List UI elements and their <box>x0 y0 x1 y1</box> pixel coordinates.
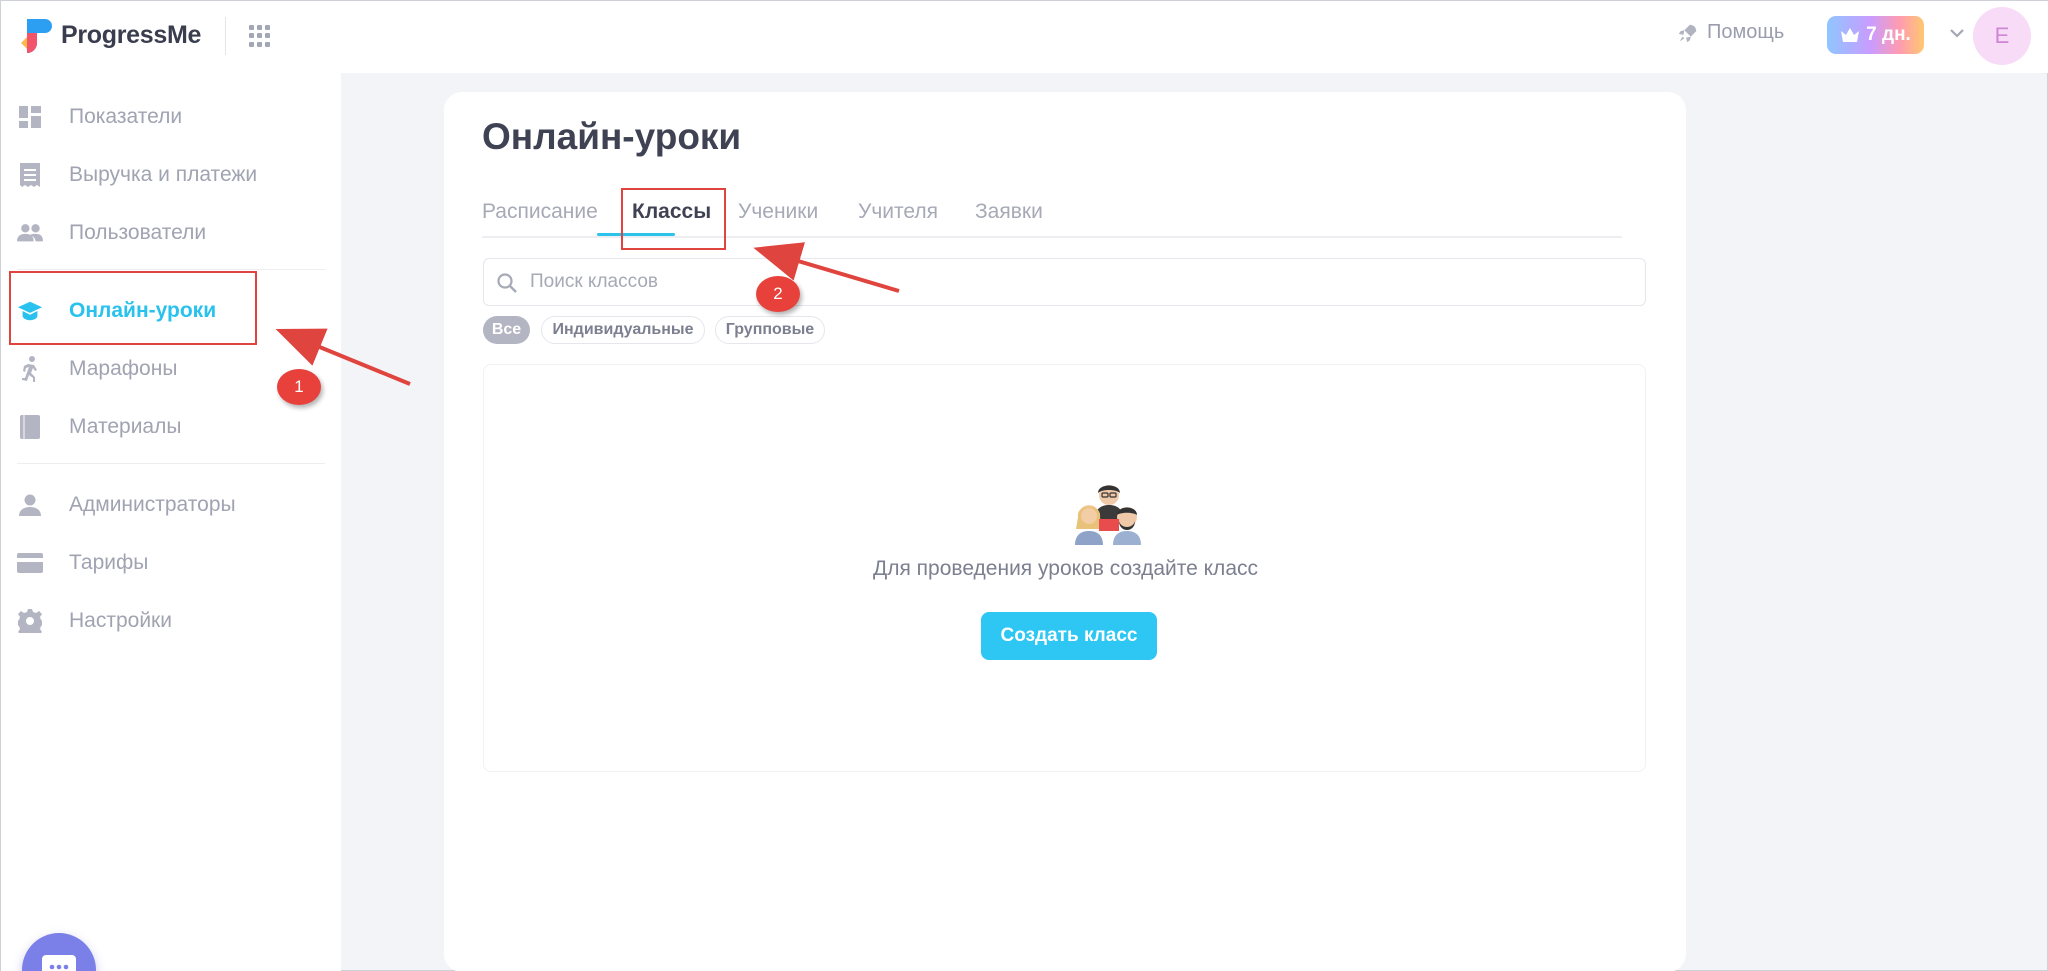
annotation-highlight-tab <box>621 188 726 250</box>
sidebar-item-label: Выручка и платежи <box>69 163 258 186</box>
crown-icon <box>1841 28 1860 42</box>
chat-button[interactable] <box>22 933 96 971</box>
top-header: ProgressMe Помощь 7 дн. E <box>1 1 2048 73</box>
person-icon <box>17 492 43 518</box>
sidebar-item-revenue[interactable]: Выручка и платежи <box>1 153 341 197</box>
book-icon <box>17 414 43 440</box>
chat-bubble-icon <box>42 955 76 971</box>
annotation-badge-1: 1 <box>277 369 321 405</box>
sidebar-item-users[interactable]: Пользователи <box>1 211 341 255</box>
sidebar-item-admins[interactable]: Администраторы <box>1 483 341 527</box>
users-icon <box>17 220 43 246</box>
filter-individual[interactable]: Индивидуальные <box>541 316 705 344</box>
gear-icon <box>17 608 43 634</box>
annotation-badge-2: 2 <box>756 276 800 312</box>
sidebar-item-materials[interactable]: Материалы <box>1 405 341 449</box>
sidebar-item-label: Показатели <box>69 105 183 128</box>
sidebar-item-label: Тарифы <box>69 551 149 574</box>
brand-logo[interactable]: ProgressMe <box>19 17 201 53</box>
avatar[interactable]: E <box>1973 7 2031 65</box>
tab-schedule[interactable]: Расписание <box>482 200 598 224</box>
filter-all[interactable]: Все <box>483 316 530 344</box>
sidebar-item-settings[interactable]: Настройки <box>1 599 341 643</box>
annotation-highlight-sidebar <box>9 271 257 345</box>
dashboard-icon <box>17 104 43 130</box>
filter-group[interactable]: Групповые <box>715 316 825 344</box>
sidebar-item-label: Администраторы <box>69 493 236 516</box>
people-illustration-icon <box>1075 485 1141 545</box>
sidebar-item-label: Материалы <box>69 415 182 438</box>
empty-state-message: Для проведения уроков создайте класс <box>873 557 1258 580</box>
header-divider <box>225 17 226 55</box>
brand-name: ProgressMe <box>61 20 202 49</box>
avatar-letter: E <box>1994 23 2010 48</box>
search-input[interactable] <box>530 267 1630 297</box>
rocket-icon <box>1678 24 1697 42</box>
sidebar-divider <box>17 463 325 464</box>
trial-label: 7 дн. <box>1866 24 1911 45</box>
sidebar-item-tariffs[interactable]: Тарифы <box>1 541 341 585</box>
progressme-logo-icon <box>21 19 52 53</box>
create-class-button[interactable]: Создать класс <box>981 612 1157 660</box>
sidebar-item-dashboard[interactable]: Показатели <box>1 95 341 139</box>
sidebar: Показатели Выручка и платежи Пользовател… <box>1 73 341 971</box>
chevron-down-icon[interactable] <box>1947 23 1967 43</box>
sidebar-divider <box>17 269 325 270</box>
search-icon <box>497 273 517 293</box>
tab-teachers[interactable]: Учителя <box>858 200 938 224</box>
credit-card-icon <box>17 550 43 576</box>
empty-state: Для проведения уроков создайте класс Соз… <box>483 364 1646 772</box>
sidebar-item-label: Пользователи <box>69 221 207 244</box>
help-label: Помощь <box>1707 21 1785 43</box>
trial-badge[interactable]: 7 дн. <box>1827 16 1924 54</box>
sidebar-item-label: Марафоны <box>69 357 178 380</box>
running-icon <box>17 356 43 382</box>
tab-requests[interactable]: Заявки <box>975 200 1043 224</box>
apps-grid-icon[interactable] <box>249 25 271 47</box>
sidebar-item-label: Настройки <box>69 609 172 632</box>
help-link[interactable]: Помощь <box>1677 21 1784 44</box>
page-title: Онлайн-уроки <box>482 116 742 157</box>
tab-students[interactable]: Ученики <box>738 200 818 224</box>
search-box <box>483 258 1646 306</box>
receipt-icon <box>17 162 43 188</box>
